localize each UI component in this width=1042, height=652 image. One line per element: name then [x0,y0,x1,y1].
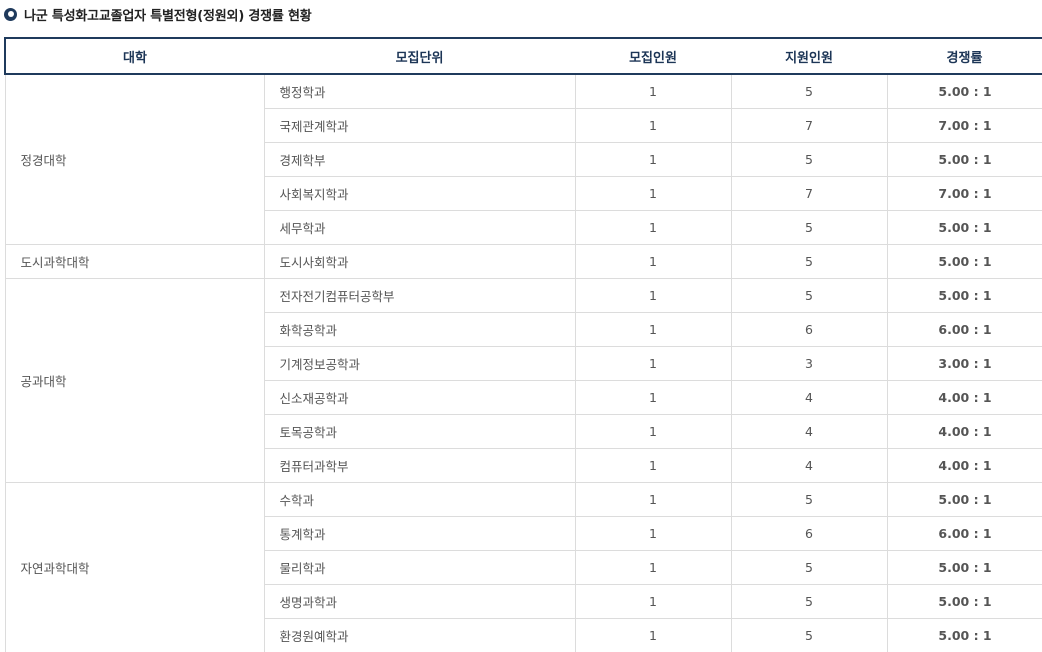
unit-cell: 사회복지학과 [263,175,576,211]
table-row: 공과대학 전자전기컴퓨터공학부 1 5 5.00 : 1 [4,277,1042,483]
applicants-cell: 6 [730,515,888,551]
unit-cell: 수학과 [263,481,576,517]
unit-cell: 도시사회학과 [263,243,576,279]
applicants-cell: 5 [730,243,888,279]
applicants-cell: 5 [730,141,888,177]
quota-cell: 1 [574,583,732,619]
unit-cell: 물리학과 [263,549,576,585]
rate-cell: 5.00 : 1 [886,549,1042,585]
header-college: 대학 [4,37,264,75]
applicants-cell: 3 [730,345,888,381]
quota-cell: 1 [574,73,732,109]
table-row: 정경대학 행정학과 1 5 5.00 : 1 [4,73,1042,245]
page-title: 나군 특성화고교졸업자 특별전형(정원외) 경쟁률 현황 [24,8,312,24]
quota-cell: 1 [574,481,732,517]
table-body: 정경대학 행정학과 1 5 5.00 : 1 국제관계학과 1 7 7.00 : 1 경제학부 1 5… [4,73,1042,652]
header-rate: 경쟁률 [887,37,1042,75]
unit-cell: 생명과학과 [263,583,576,619]
competition-rate-table: 대학 모집단위 모집인원 지원인원 경쟁률 정경대학 행정학과 1 5 5.00 : 1… [4,37,1042,652]
college-cell: 도시과학대학 [4,243,265,279]
rate-cell: 5.00 : 1 [886,209,1042,245]
unit-cell: 컴퓨터과학부 [263,447,576,483]
rate-cell: 5.00 : 1 [886,73,1042,109]
applicants-cell: 4 [730,447,888,483]
rate-cell: 4.00 : 1 [886,379,1042,415]
rate-cell: 5.00 : 1 [886,243,1042,279]
applicants-cell: 5 [730,617,888,652]
rate-cell: 6.00 : 1 [886,311,1042,347]
applicants-cell: 7 [730,107,888,143]
rate-cell: 5.00 : 1 [886,583,1042,619]
unit-cell: 토목공학과 [263,413,576,449]
applicants-cell: 4 [730,379,888,415]
quota-cell: 1 [574,107,732,143]
table-row: 자연과학대학 수학과 1 5 5.00 : 1 [4,481,1042,652]
header-quota: 모집인원 [575,37,731,75]
quota-cell: 1 [574,515,732,551]
header-applicants: 지원인원 [731,37,887,75]
unit-cell: 국제관계학과 [263,107,576,143]
table-row: 도시과학대학 도시사회학과 1 5 5.00 : 1 [4,243,1042,279]
applicants-cell: 5 [730,73,888,109]
quota-cell: 1 [574,617,732,652]
unit-cell: 세무학과 [263,209,576,245]
rate-cell: 5.00 : 1 [886,141,1042,177]
applicants-cell: 6 [730,311,888,347]
applicants-cell: 5 [730,583,888,619]
header-unit: 모집단위 [264,37,575,75]
rate-cell: 5.00 : 1 [886,277,1042,313]
quota-cell: 1 [574,209,732,245]
rate-cell: 5.00 : 1 [886,481,1042,517]
section-title-bar: 나군 특성화고교졸업자 특별전형(정원외) 경쟁률 현황 [4,4,312,24]
applicants-cell: 5 [730,277,888,313]
unit-cell: 기계정보공학과 [263,345,576,381]
rate-cell: 3.00 : 1 [886,345,1042,381]
rate-cell: 5.00 : 1 [886,617,1042,652]
quota-cell: 1 [574,413,732,449]
rate-cell: 4.00 : 1 [886,447,1042,483]
circle-bullet-icon [4,7,17,21]
college-cell: 공과대학 [4,277,265,483]
rate-cell: 7.00 : 1 [886,107,1042,143]
unit-cell: 화학공학과 [263,311,576,347]
quota-cell: 1 [574,141,732,177]
unit-cell: 통계학과 [263,515,576,551]
college-cell: 자연과학대학 [4,481,265,652]
applicants-cell: 7 [730,175,888,211]
applicants-cell: 5 [730,209,888,245]
applicants-cell: 5 [730,549,888,585]
unit-cell: 환경원예학과 [263,617,576,652]
quota-cell: 1 [574,243,732,279]
quota-cell: 1 [574,277,732,313]
quota-cell: 1 [574,175,732,211]
applicants-cell: 5 [730,481,888,517]
rate-cell: 7.00 : 1 [886,175,1042,211]
rate-cell: 6.00 : 1 [886,515,1042,551]
table-header: 대학 모집단위 모집인원 지원인원 경쟁률 [4,37,1042,75]
applicants-cell: 4 [730,413,888,449]
quota-cell: 1 [574,345,732,381]
college-cell: 정경대학 [4,73,265,245]
unit-cell: 전자전기컴퓨터공학부 [263,277,576,313]
quota-cell: 1 [574,549,732,585]
rate-cell: 4.00 : 1 [886,413,1042,449]
unit-cell: 신소재공학과 [263,379,576,415]
unit-cell: 행정학과 [263,73,576,109]
unit-cell: 경제학부 [263,141,576,177]
quota-cell: 1 [574,447,732,483]
quota-cell: 1 [574,379,732,415]
quota-cell: 1 [574,311,732,347]
